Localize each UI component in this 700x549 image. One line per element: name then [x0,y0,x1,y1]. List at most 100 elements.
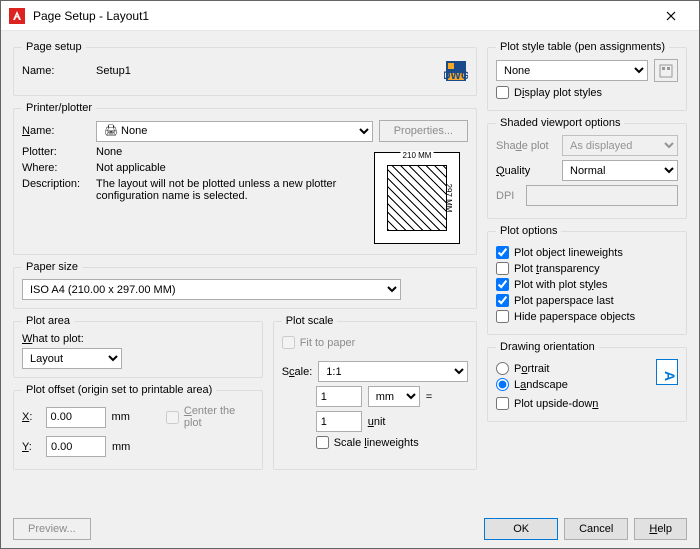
page-setup-legend: Page setup [22,41,86,53]
quality-select[interactable]: Normal [562,160,678,181]
lower-split: Plot area What to plot: Layout Plot offs… [13,315,477,470]
offset-y-unit: mm [112,441,130,453]
upside-checkbox[interactable] [496,397,509,410]
orientation-legend: Drawing orientation [496,341,599,353]
scale-lineweights-check[interactable]: Scale lineweights [282,436,468,449]
opt-styles-checkbox[interactable] [496,278,509,291]
opt-hide[interactable]: Hide paperspace objects [496,310,678,323]
orientation-portrait[interactable]: Portrait [496,362,650,375]
orientation-landscape[interactable]: Landscape [496,378,650,391]
paper-size-legend: Paper size [22,261,82,273]
paper-preview: 210 MM 297 MM [374,152,460,244]
plot-style-edit-button [654,59,678,82]
dpi-input [526,185,678,206]
page-setup-dialog: Page Setup - Layout1 Page setup Name: Se… [0,0,700,549]
plot-options-legend: Plot options [496,225,561,237]
scale-select[interactable]: 1:1 [318,361,468,382]
close-icon [666,11,676,21]
offset-y-row: Y: mm [22,436,254,457]
properties-button: Properties... [379,120,468,142]
scale-lineweights-checkbox[interactable] [316,436,329,449]
center-plot-check: Center the plot [166,405,254,429]
scale-numerator-input[interactable] [316,386,362,407]
paper-hatch [387,165,447,231]
display-plot-styles-check[interactable]: Display plot styles [496,86,678,99]
where-label: Where: [22,162,90,174]
offset-x-unit: mm [112,411,130,423]
paper-size-group: Paper size ISO A4 (210.00 x 297.00 MM) [13,261,477,309]
plot-style-row: None [496,59,678,82]
printer-text-col: Plotter:None Where:Not applicable Descri… [22,146,362,246]
paper-size-select[interactable]: ISO A4 (210.00 x 297.00 MM) [22,279,401,300]
dwg-icon: DWG [444,59,468,83]
plot-offset-legend: Plot offset (origin set to printable are… [22,384,216,396]
plot-style-group: Plot style table (pen assignments) None … [487,41,687,111]
shaded-legend: Shaded viewport options [496,117,624,129]
window-title: Page Setup - Layout1 [33,9,651,23]
plotter-value: None [96,146,122,158]
ok-button[interactable]: OK [484,518,558,540]
fit-to-paper-checkbox [282,336,295,349]
offset-x-input[interactable] [46,407,106,428]
opt-paperspace-last-checkbox[interactable] [496,294,509,307]
shaded-group: Shaded viewport options Shade plotAs dis… [487,117,687,219]
titlebar: Page Setup - Layout1 [1,1,699,31]
orientation-group: Drawing orientation Portrait Landscape P… [487,341,687,422]
offset-x-label: X: [22,411,40,423]
dpi-label: DPI [496,190,520,202]
right-column: Plot style table (pen assignments) None … [487,41,687,514]
center-plot-checkbox [166,411,179,424]
fit-to-paper-check: Fit to paper [282,336,468,349]
plot-area-column: Plot area What to plot: Layout Plot offs… [13,315,263,470]
opt-transparency[interactable]: Plot transparency [496,262,678,275]
plotter-label: Plotter: [22,146,90,158]
orientation-upside[interactable]: Plot upside-down [496,397,678,410]
printer-name-select[interactable]: 🖨 None [96,121,373,142]
opt-paperspace-last[interactable]: Plot paperspace last [496,294,678,307]
scale-row: Scale: 1:1 [282,361,468,382]
scale-label: Scale: [282,366,313,378]
left-column: Page setup Name: Setup1 DWG Printer/plot… [13,41,477,514]
plot-offset-group: Plot offset (origin set to printable are… [13,384,263,470]
printer-group: Printer/plotter Name: 🖨 None Properties.… [13,102,477,255]
shade-plot-select: As displayed [562,135,678,156]
scale-unit-select[interactable]: mm [368,386,420,407]
svg-text:DWG: DWG [444,70,468,82]
printer-details: Plotter:None Where:Not applicable Descri… [22,146,468,246]
printer-name-row: Name: 🖨 None Properties... [22,120,468,142]
close-button[interactable] [651,2,691,30]
scale-unit2: unit [368,416,418,428]
display-plot-styles-checkbox[interactable] [496,86,509,99]
cancel-button[interactable]: Cancel [564,518,628,540]
page-setup-row: Name: Setup1 DWG [22,59,468,83]
page-setup-group: Page setup Name: Setup1 DWG [13,41,477,96]
fit-label: Fit to paper [300,337,356,349]
offset-y-input[interactable] [46,436,106,457]
scale-den-row: unit [282,411,468,432]
scale-equals: = [426,391,432,403]
plot-scale-legend: Plot scale [282,315,338,327]
columns: Page setup Name: Setup1 DWG Printer/plot… [13,41,687,514]
where-value: Not applicable [96,162,166,174]
offset-x-row: X: mm Center the plot [22,402,254,432]
what-to-plot-select[interactable]: Layout [22,348,122,369]
plot-style-select[interactable]: None [496,60,648,81]
plot-area-group: Plot area What to plot: Layout [13,315,263,378]
plot-area-legend: Plot area [22,315,74,327]
printer-name-label: Name: [22,125,90,137]
palette-icon [659,64,673,78]
preview-button: Preview... [13,518,91,540]
dialog-body: Page setup Name: Setup1 DWG Printer/plot… [1,31,699,548]
portrait-radio[interactable] [496,362,509,375]
opt-hide-checkbox[interactable] [496,310,509,323]
opt-styles[interactable]: Plot with plot styles [496,278,678,291]
plot-style-legend: Plot style table (pen assignments) [496,41,669,53]
landscape-radio[interactable] [496,378,509,391]
opt-lineweights[interactable]: Plot object lineweights [496,246,678,259]
opt-lineweights-checkbox[interactable] [496,246,509,259]
page-setup-name-label: Name: [22,65,90,77]
paper-preview-wrap: 210 MM 297 MM [370,146,468,246]
opt-transparency-checkbox[interactable] [496,262,509,275]
scale-denominator-input[interactable] [316,411,362,432]
help-button[interactable]: Help [634,518,687,540]
